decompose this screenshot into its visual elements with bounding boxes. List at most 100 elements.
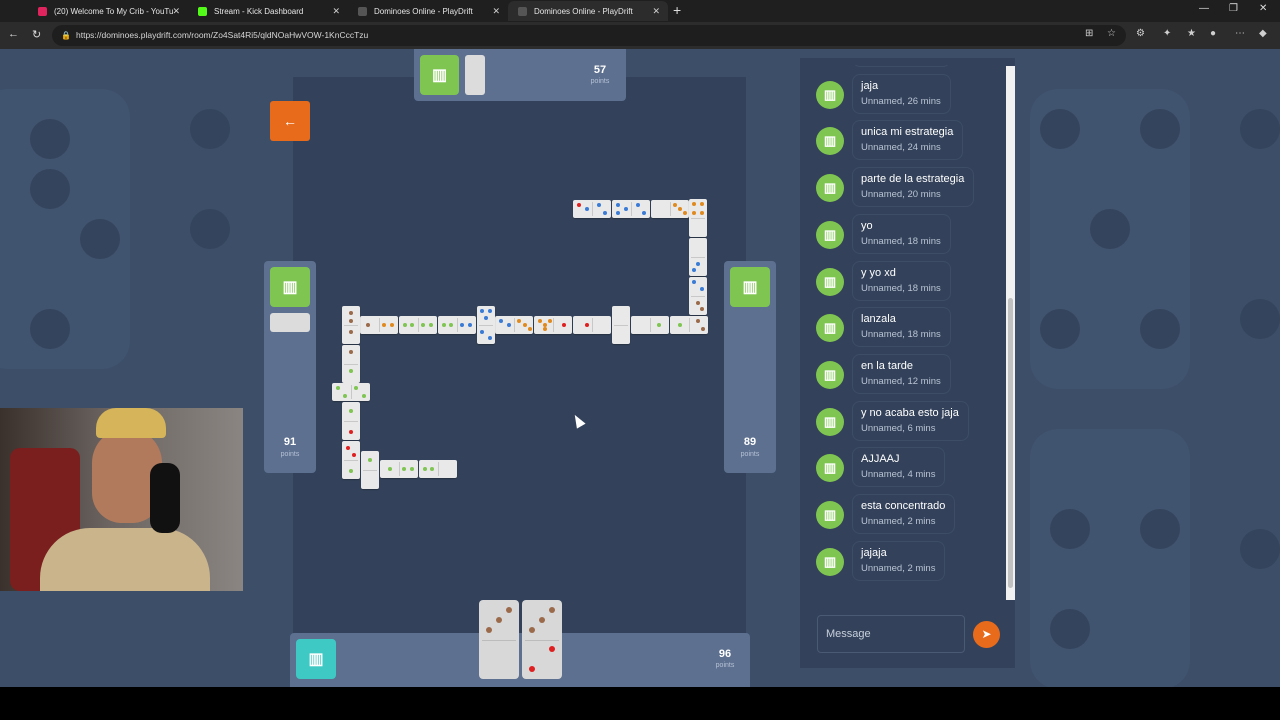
app-install-icon[interactable]: ⊞	[1085, 28, 1093, 39]
chat-message: ▥jajajaUnnamed, 30 mins	[816, 65, 1006, 71]
chat-message: ▥ jajaja Unnamed, 2 mins	[816, 540, 1006, 585]
close-icon[interactable]: ✕	[492, 6, 500, 17]
board-domino-tile	[477, 306, 495, 344]
pip	[402, 467, 406, 471]
player-avatar-left: ▥	[270, 267, 310, 307]
chat-message-text: jajaja	[861, 546, 887, 559]
chat-message-text: esta concentrado	[861, 500, 946, 512]
pip	[543, 327, 547, 331]
pip	[368, 458, 372, 462]
extensions-puzzle-icon[interactable]: ✦	[1163, 28, 1171, 39]
game-table	[293, 77, 746, 687]
back-nav-icon[interactable]: ←	[8, 28, 19, 40]
kick-icon	[198, 6, 207, 16]
close-icon[interactable]: ✕	[172, 6, 180, 17]
chat-message-meta: Unnamed, 4 mins	[861, 469, 936, 481]
pip	[366, 323, 370, 327]
favorite-star-icon[interactable]: ☆	[1107, 28, 1116, 39]
pip	[673, 203, 677, 207]
pip	[349, 469, 353, 473]
new-tab-icon[interactable]: +	[673, 2, 681, 18]
tab-title: Dominoes Online - PlayDrift	[374, 6, 473, 16]
board-domino-tile	[342, 345, 360, 383]
board-domino-tile	[612, 200, 650, 218]
chat-message-input[interactable]: Message	[817, 615, 965, 653]
chat-message: ▥ y no acaba esto jaja Unnamed, 6 mins	[816, 400, 1006, 445]
speaker-icon	[518, 6, 527, 16]
robot-icon: ▥	[742, 279, 758, 296]
board-domino-tile	[670, 316, 708, 334]
reload-icon[interactable]: ↻	[32, 28, 41, 41]
hand-domino-tile[interactable]	[522, 600, 562, 679]
board-domino-tile	[342, 402, 360, 440]
copilot-icon[interactable]: ◆	[1259, 28, 1267, 39]
pip	[577, 203, 581, 207]
pip	[349, 319, 353, 323]
profile-avatar[interactable]: ●	[1210, 28, 1216, 39]
pip	[616, 203, 620, 207]
pip	[349, 311, 353, 315]
player-avatar-top: ▥	[420, 55, 459, 95]
browser-tab-youtube[interactable]: (20) Welcome To My Crib - YouTu ✕	[28, 1, 188, 21]
chat-message-text: y yo xd	[861, 266, 896, 279]
close-icon[interactable]: ✕	[332, 6, 340, 17]
chat-avatar: ▥	[816, 547, 844, 576]
pip	[657, 323, 661, 327]
points-label: points	[590, 78, 610, 85]
hand-domino-tile[interactable]	[479, 600, 519, 679]
pip	[382, 323, 386, 327]
chat-message-meta: Unnamed, 20 mins	[861, 189, 941, 201]
pip	[336, 386, 340, 390]
browser-tab-dominoes-2[interactable]: Dominoes Online - PlayDrift ✕	[508, 1, 668, 21]
pip	[484, 316, 488, 320]
browser-tab-kick[interactable]: Stream - Kick Dashboard ✕	[188, 1, 348, 21]
pip	[624, 207, 628, 211]
close-window-icon[interactable]: ✕	[1259, 3, 1267, 14]
favorites-icon[interactable]: ★	[1187, 28, 1196, 39]
url-field[interactable]: 🔒 https://dominoes.playdrift.com/room/Zo…	[52, 25, 1126, 46]
pip	[549, 646, 555, 652]
pip	[692, 211, 696, 215]
pip	[410, 467, 414, 471]
back-button[interactable]: ←	[270, 101, 310, 141]
pip	[349, 350, 353, 354]
chat-message-meta: Unnamed, 6 mins	[861, 422, 936, 434]
pip	[449, 323, 453, 327]
pip	[678, 323, 682, 327]
browser-tab-dominoes-1[interactable]: Dominoes Online - PlayDrift ✕	[348, 1, 508, 21]
pip	[696, 301, 700, 305]
pip	[488, 336, 492, 340]
chat-bubble: y no acaba esto jaja Unnamed, 6 mins	[852, 400, 969, 441]
bg-pip-decoration	[1140, 309, 1180, 349]
player-score-bottom: 96	[718, 648, 732, 660]
close-icon[interactable]: ✕	[652, 6, 660, 17]
chat-message-text: parte de la estrategia	[861, 173, 965, 186]
board-domino-tile	[689, 199, 707, 237]
pip	[538, 319, 542, 323]
pip	[506, 607, 512, 613]
chat-send-button[interactable]: ➤	[973, 621, 1000, 648]
chat-message-meta: Unnamed, 18 mins	[861, 282, 941, 294]
page-icon	[358, 6, 367, 16]
chat-message-meta: Unnamed, 24 mins	[861, 142, 941, 154]
chat-bubble: esta concentrado Unnamed, 2 mins	[852, 494, 956, 534]
chat-message-meta: Unnamed, 26 mins	[861, 95, 941, 107]
browser-tab-bar: (20) Welcome To My Crib - YouTu ✕ Stream…	[0, 0, 1280, 22]
menu-dots-icon[interactable]: ⋯	[1235, 28, 1245, 39]
extension-icon[interactable]: ⚙	[1136, 28, 1145, 39]
board-domino-tile	[534, 316, 572, 334]
chat-message-text: lanzala	[861, 313, 896, 326]
bg-pip-decoration	[1090, 209, 1130, 249]
pip	[700, 307, 704, 311]
pip	[442, 323, 446, 327]
chat-message: ▥ esta concentrado Unnamed, 2 mins	[816, 494, 1006, 538]
chat-scrollbar[interactable]	[1006, 66, 1015, 600]
minimize-icon[interactable]: —	[1199, 3, 1209, 14]
chat-avatar: ▥	[816, 360, 844, 389]
pip	[701, 327, 705, 331]
points-label: points	[715, 662, 735, 669]
chat-avatar: ▥	[816, 407, 844, 436]
restore-icon[interactable]: ❐	[1229, 3, 1238, 14]
chat-scrollbar-thumb[interactable]	[1008, 298, 1013, 588]
bg-pip-decoration	[1140, 509, 1180, 549]
